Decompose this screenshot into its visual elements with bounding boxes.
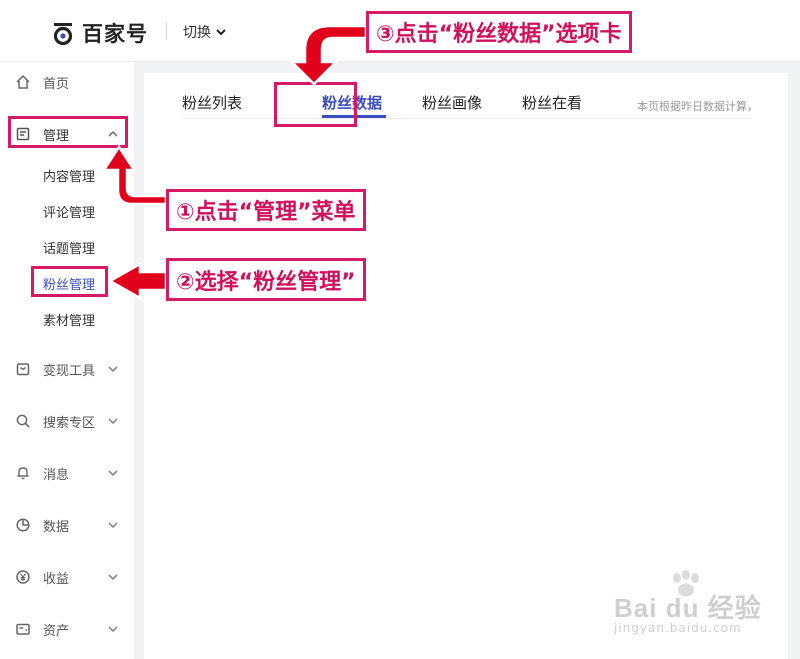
tab-fans-list[interactable]: 粉丝列表 [182,92,242,113]
sidebar-item-label: 变现工具 [43,363,96,379]
header-divider [166,22,167,40]
chevron-up-icon [107,129,119,139]
active-tab-underline [322,115,386,118]
sidebar-item-search-zone[interactable]: 搜索专区 [0,406,134,436]
chevron-down-icon [107,520,119,530]
sidebar-item-label: 数据 [43,519,70,535]
sub-item-fans-manage[interactable]: 粉丝管理 [43,274,95,293]
chevron-down-icon [216,29,226,36]
chevron-down-icon [107,416,119,426]
wallet-icon [15,621,31,637]
switch-label: 切换 [183,25,211,41]
sidebar-item-monetize[interactable]: 变现工具 [0,354,134,384]
sidebar-item-label: 资产 [43,623,70,639]
yen-coin-icon [15,569,31,585]
switch-account-button[interactable]: 切换 [183,22,227,42]
callout-step3: ③点击“粉丝数据”选项卡 [366,11,632,53]
document-icon [15,126,31,142]
sidebar-item-data[interactable]: 数据 [0,510,134,540]
chevron-down-icon [107,468,119,478]
sidebar-item-label: 搜索专区 [43,415,96,431]
bell-icon [15,465,31,481]
bag-icon [15,361,31,377]
sidebar: 首页 管理 内容管理 评论管理 话题管理 粉丝管理 素材管理 变现工具 搜索专区 [0,62,134,659]
sidebar-item-manage[interactable]: 管理 [0,119,134,149]
tab-fans-portrait[interactable]: 粉丝画像 [422,92,482,113]
watermark-brand: Bai du 经验 [614,593,762,623]
callout-step2: ②选择“粉丝管理” [166,258,366,301]
home-icon [15,74,31,90]
sidebar-item-earnings[interactable]: 收益 [0,562,134,592]
pie-chart-icon [15,517,31,533]
baijiahao-logo-icon [53,23,73,45]
search-icon [15,413,31,429]
baijiahao-logo[interactable]: 百家号 [52,18,148,48]
sidebar-item-label: 消息 [43,467,70,483]
data-note: 本页根据昨日数据计算， [637,100,758,113]
chevron-down-icon [107,624,119,634]
sidebar-item-messages[interactable]: 消息 [0,458,134,488]
sidebar-item-assets[interactable]: 资产 [0,614,134,644]
chevron-down-icon [107,572,119,582]
watermark-url: jingyan.baidu.com [614,621,742,635]
sub-item-comment-manage[interactable]: 评论管理 [43,202,95,221]
tab-fans-data[interactable]: 粉丝数据 [322,92,382,113]
sub-item-topic-manage[interactable]: 话题管理 [43,238,95,257]
logo-text: 百家号 [82,22,148,46]
chevron-down-icon [107,364,119,374]
sub-item-content-manage[interactable]: 内容管理 [43,166,95,185]
sidebar-item-home[interactable]: 首页 [0,67,134,97]
sub-item-material-manage[interactable]: 素材管理 [43,310,95,329]
tab-fans-watching[interactable]: 粉丝在看 [522,92,582,113]
callout-step1: ①点击“管理”菜单 [166,189,366,231]
sidebar-item-label: 首页 [43,76,70,92]
baidu-jingyan-watermark: Bai du 经验 jingyan.baidu.com [614,570,764,640]
sidebar-item-label: 收益 [43,571,70,587]
sidebar-item-label: 管理 [43,128,70,144]
